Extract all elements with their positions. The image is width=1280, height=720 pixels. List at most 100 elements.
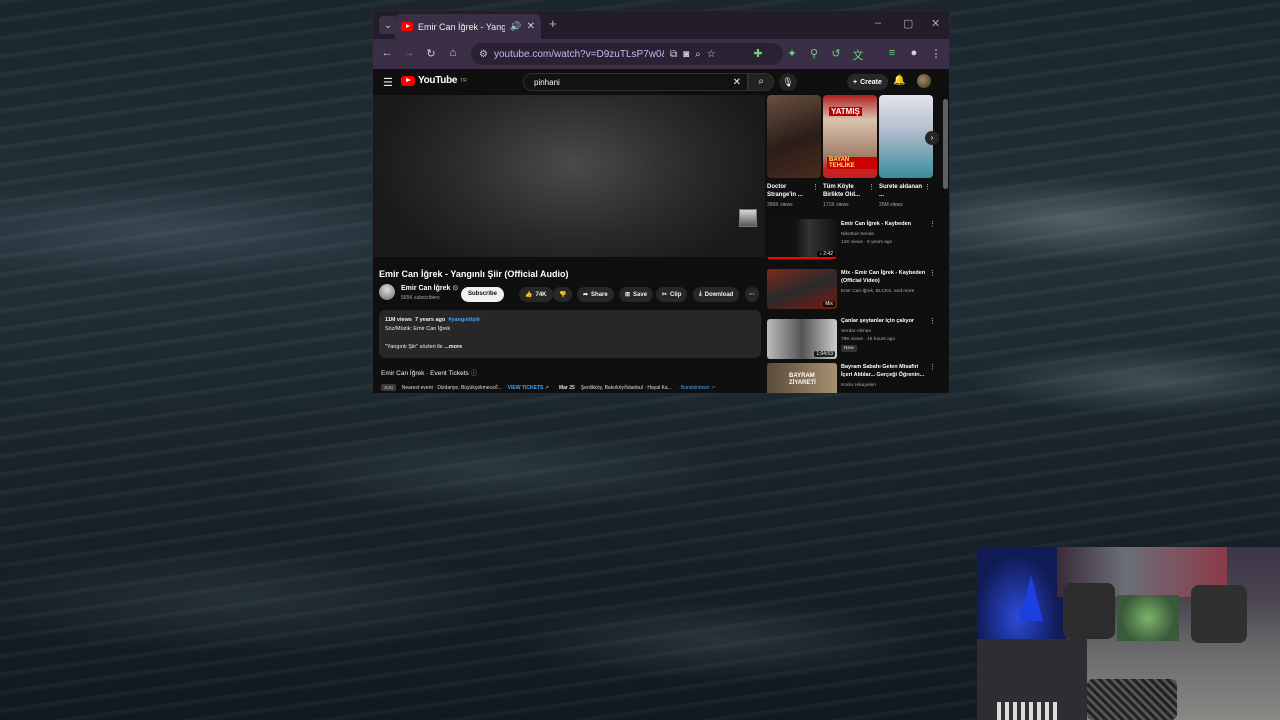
close-window-button[interactable]: ✕ xyxy=(931,17,940,30)
short-thumbnail[interactable] xyxy=(767,95,821,178)
search-icon: ⌕ xyxy=(758,76,764,87)
more-options-icon[interactable]: ⋮ xyxy=(929,317,936,325)
verified-icon: ⊙ xyxy=(452,285,459,292)
info-icon[interactable]: ⓘ xyxy=(471,370,478,377)
show-more-link[interactable]: ...more xyxy=(444,344,462,350)
bookmark-star-icon[interactable]: ☆ xyxy=(707,49,716,60)
more-options-icon[interactable]: ⋮ xyxy=(929,220,936,228)
video-channel[interactable]: Nikotrue Sende xyxy=(841,231,874,238)
tickets-heading-text: Emir Can İğrek · Event Tickets xyxy=(381,370,469,377)
youtube-page: ☰ YouTube TR pinhani ✕ ⌕ 🎙 + Create 🔔 Emi… xyxy=(373,69,949,393)
download-button[interactable]: ⤓ Download xyxy=(693,287,740,302)
minimize-button[interactable]: – xyxy=(875,17,881,29)
event-tickets-heading: Emir Can İğrek · Event Tickets ⓘ xyxy=(381,367,477,377)
forward-arrow-icon[interactable]: → xyxy=(402,47,416,59)
event-text: Nearest event · Dizdariye, Büyükçekmece/… xyxy=(401,384,502,391)
video-title: Emir Can İğrek - Yangınlı Şiir (Official… xyxy=(379,269,569,279)
video-thumbnail[interactable]: 1:04:53 xyxy=(767,319,837,359)
short-title[interactable]: Doctor Strange'in ... xyxy=(767,183,815,199)
address-bar[interactable]: ⚙ youtube.com/watch?v=D9zuTLsP7w0&li... … xyxy=(471,43,783,65)
subscribe-button[interactable]: Subscribe xyxy=(461,287,505,302)
video-title-link[interactable]: Mix - Emir Can İğrek - Kaybeden (Officia… xyxy=(841,269,927,285)
search-box[interactable]: pinhani ✕ xyxy=(523,73,748,91)
more-options-icon[interactable]: ⋮ xyxy=(868,183,875,191)
bandsintown-link[interactable]: · Bandsintown ↗ xyxy=(678,385,715,391)
more-options-icon[interactable]: ⋮ xyxy=(929,269,936,277)
armchair xyxy=(1063,583,1115,639)
extension-robot-icon[interactable]: ✦ xyxy=(785,47,799,60)
webcam-overlay xyxy=(977,547,1280,720)
video-channel[interactable]: Emir Can İğrek, BLCKS, and more xyxy=(841,288,914,295)
mix-thumbnail[interactable]: Mix xyxy=(767,269,837,309)
back-arrow-icon[interactable]: ← xyxy=(380,47,394,59)
clip-button[interactable]: ✂ Clip xyxy=(656,287,688,302)
clear-search-icon[interactable]: ✕ xyxy=(733,77,741,88)
open-in-app-icon[interactable]: ⧉ xyxy=(670,49,677,60)
search-button[interactable]: ⌕ xyxy=(748,73,774,91)
video-thumbnail[interactable]: ♪ 2:42 xyxy=(767,219,837,259)
extension-refresh-icon[interactable]: ↺ xyxy=(829,47,843,60)
event-text: Şenlikköy, Bakırköy/İstanbul · Hayal Ka.… xyxy=(580,384,672,391)
view-tickets-link[interactable]: VIEW TICKETS ↗ xyxy=(508,385,549,391)
notifications-bell-icon[interactable]: 🔔 xyxy=(893,75,905,86)
video-thumbnail[interactable]: BAYRAM ZİYARETİ xyxy=(767,363,837,393)
short-thumbnail[interactable]: YATMIŞ BAYAN TEHLİKE xyxy=(823,95,877,178)
video-channel[interactable]: Korku Hikayeleri xyxy=(841,382,876,389)
share-button[interactable]: ➦ Share xyxy=(577,287,614,302)
video-title-link[interactable]: Çanlar şeytanlar için çalıyor xyxy=(841,317,927,325)
more-options-icon[interactable]: ⋮ xyxy=(812,183,819,191)
save-button[interactable]: ⊞ Save xyxy=(619,287,654,302)
video-title-link[interactable]: Emir Can İğrek - Kaybeden xyxy=(841,220,927,228)
youtube-header: ☰ YouTube TR pinhani ✕ ⌕ 🎙 + Create 🔔 xyxy=(373,69,949,95)
youtube-logo[interactable]: YouTube TR xyxy=(401,75,467,86)
video-player[interactable] xyxy=(373,95,765,257)
zoom-icon[interactable]: ⌕ xyxy=(695,49,701,60)
channel-avatar[interactable] xyxy=(379,284,395,300)
dislike-button[interactable]: 👎 xyxy=(553,287,573,302)
home-icon[interactable]: ⌂ xyxy=(446,47,460,59)
description-box[interactable]: 11M views 7 years ago #yangınlişiir Söz/… xyxy=(379,310,761,358)
queue-icon[interactable]: ≡ xyxy=(885,47,899,59)
tab-youtube[interactable]: Emir Can İğrek - Yangınlı Şi 🔊 ✕ xyxy=(395,14,541,39)
shorts-next-button[interactable]: › xyxy=(925,131,939,145)
channel-name[interactable]: Emir Can İğrek ⊙ xyxy=(401,284,458,292)
new-tab-button[interactable]: + xyxy=(549,16,557,31)
profile-avatar-icon[interactable]: ● xyxy=(907,47,921,59)
short-views: 25M views xyxy=(879,202,903,208)
speaker-icon[interactable]: 🔊 xyxy=(510,21,521,32)
more-options-icon[interactable]: ⋮ xyxy=(924,183,931,191)
url-text[interactable]: youtube.com/watch?v=D9zuTLsP7w0&li... xyxy=(494,49,664,60)
extension-icon[interactable]: ✚ xyxy=(751,47,765,60)
like-button[interactable]: 👍 74K xyxy=(519,287,553,302)
search-input[interactable]: pinhani xyxy=(534,78,733,87)
thumbs-down-icon: 👎 xyxy=(559,292,567,298)
location-pin-icon[interactable]: ⚲ xyxy=(807,47,821,60)
tab-close-icon[interactable]: ✕ xyxy=(527,21,535,32)
more-options-icon[interactable]: ⋮ xyxy=(929,363,936,371)
maximize-button[interactable]: ▢ xyxy=(903,17,913,30)
scrollbar[interactable] xyxy=(943,99,948,189)
video-channel[interactable]: Serdar Akinan xyxy=(841,328,871,335)
translate-icon[interactable]: 文 xyxy=(851,47,865,63)
menu-icon[interactable]: ☰ xyxy=(383,76,393,89)
create-button[interactable]: + Create xyxy=(847,74,888,90)
plants xyxy=(1117,595,1179,641)
event-row: JUN Nearest event · Dizdariye, Büyükçekm… xyxy=(381,384,715,391)
account-avatar[interactable] xyxy=(917,74,931,88)
event-date-badge: JUN xyxy=(381,384,396,391)
screenshot-icon[interactable]: ◙ xyxy=(683,49,689,60)
thumbnail-overlay-text: BAYRAM ZİYARETİ xyxy=(789,373,816,386)
short-title[interactable]: Surete aldanan ... xyxy=(879,183,927,199)
hashtag-link[interactable]: #yangınlişiir xyxy=(448,317,480,323)
channel-watermark[interactable] xyxy=(739,209,757,227)
site-info-icon[interactable]: ⚙ xyxy=(479,49,488,60)
download-label: Download xyxy=(704,291,734,298)
thumbs-up-icon: 👍 xyxy=(525,292,533,298)
new-badge: New xyxy=(841,345,857,352)
short-title[interactable]: Tüm Köyle Birlikte Old... xyxy=(823,183,871,199)
more-actions-button[interactable]: ··· xyxy=(745,287,759,302)
voice-search-button[interactable]: 🎙 xyxy=(779,73,797,91)
reload-icon[interactable]: ↻ xyxy=(424,47,438,60)
browser-menu-icon[interactable]: ⋮ xyxy=(929,47,943,60)
video-title-link[interactable]: Bayram Sabahı Gelen Misafiri İçeri Aldıl… xyxy=(841,363,927,379)
